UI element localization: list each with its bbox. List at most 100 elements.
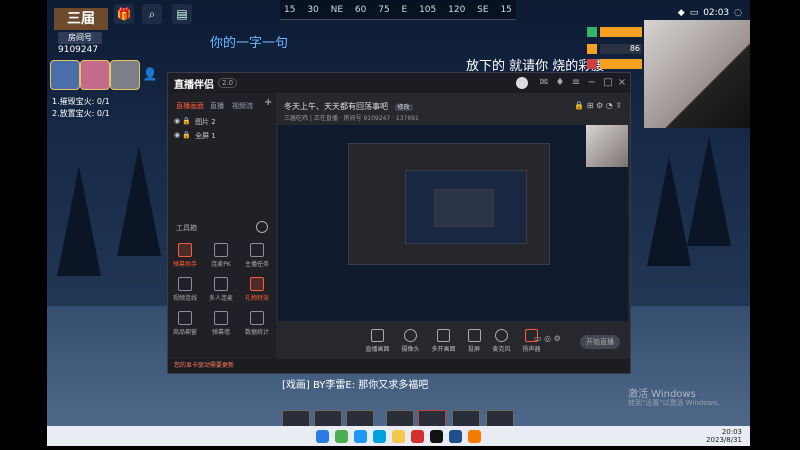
tab-live[interactable]: 直播 bbox=[210, 101, 224, 111]
teammate-avatar bbox=[80, 60, 110, 90]
start-live-button[interactable]: 开始直播 bbox=[580, 335, 620, 349]
minimize-icon[interactable]: − bbox=[586, 77, 598, 89]
nested-preview bbox=[348, 143, 550, 265]
tool-data[interactable]: 数据统计 bbox=[242, 311, 272, 336]
tools-more-icon[interactable] bbox=[256, 221, 268, 233]
menu-icon[interactable]: ≡ bbox=[570, 77, 582, 89]
tool-danmaku[interactable]: 弹幕助手 bbox=[170, 243, 200, 268]
stream-title[interactable]: 冬天上午、天天都有回荡事吧 修改 bbox=[284, 101, 413, 112]
stat-row bbox=[587, 26, 642, 38]
tool-scene[interactable]: 直播画面 bbox=[365, 329, 389, 353]
tool-pk[interactable]: 连麦PK bbox=[206, 243, 236, 268]
app-titlebar: 直播伴侣 2.0 ✉ ♦ ≡ − □ × bbox=[168, 73, 630, 93]
nested-preview-deep bbox=[434, 189, 494, 227]
live-preview[interactable] bbox=[278, 125, 628, 321]
layer-item[interactable]: ◉ 🔒 图片 2 bbox=[174, 117, 216, 127]
layer-icons[interactable]: ◉ 🔒 bbox=[174, 131, 191, 141]
tool-multiscreen[interactable]: 多开画面 bbox=[431, 329, 456, 353]
stat-bar bbox=[600, 27, 642, 37]
windows-start-icon[interactable] bbox=[316, 429, 329, 443]
time-label: 02:03 bbox=[703, 8, 730, 18]
message-icon[interactable]: ✉ bbox=[538, 77, 550, 89]
close-icon[interactable]: × bbox=[616, 77, 628, 89]
shirt-icon[interactable]: ♦ bbox=[554, 77, 566, 89]
network-icon[interactable]: ◆ bbox=[678, 8, 685, 18]
mic-icon bbox=[495, 329, 508, 342]
streamer-logo: 三届 bbox=[54, 8, 108, 30]
tool-icon bbox=[250, 311, 264, 325]
user-avatar[interactable] bbox=[516, 77, 528, 89]
tool-icon bbox=[214, 277, 228, 291]
tool-gift[interactable]: 礼物特效 bbox=[242, 277, 272, 302]
tool-camera[interactable]: 摄像头 bbox=[401, 329, 419, 353]
layer-label: 全屏 1 bbox=[195, 132, 216, 140]
app-icon[interactable] bbox=[411, 429, 424, 443]
maximize-icon[interactable]: □ bbox=[602, 77, 614, 89]
tool-icon bbox=[214, 243, 228, 257]
stat-bar bbox=[600, 59, 642, 69]
app-left-panel: 直播画面 直播 视频流 + ◉ 🔒 图片 2 ◉ 🔒 全屏 1 工具箱 弹幕助手… bbox=[168, 93, 277, 373]
tab-stream[interactable]: 视频流 bbox=[232, 101, 253, 111]
person-icon[interactable]: 👤 bbox=[140, 64, 160, 84]
stat-row: 86 bbox=[587, 43, 642, 55]
search-icon[interactable]: ⌕ bbox=[142, 4, 162, 24]
app-main-panel: 冬天上午、天天都有回荡事吧 修改 🔒 ⊞ ⚙ ◔ ⇪ 三届吃鸡 | 正在直播 ·… bbox=[276, 93, 630, 373]
live-app-window: 直播伴侣 2.0 ✉ ♦ ≡ − □ × 直播画面 直播 视频流 + ◉ 🔒 图… bbox=[167, 72, 631, 374]
spinner-icon: ◌ bbox=[734, 8, 742, 18]
tool-shop[interactable]: 商品橱窗 bbox=[170, 311, 200, 336]
app-icon[interactable] bbox=[373, 429, 386, 443]
tab-scene[interactable]: 直播画面 bbox=[176, 101, 204, 111]
app-version: 2.0 bbox=[218, 78, 238, 88]
compass-tick: 15 bbox=[500, 4, 512, 15]
gift-icon[interactable]: 🎁 bbox=[114, 4, 134, 24]
tool-icon bbox=[250, 243, 264, 257]
battery-icon[interactable]: ▭ bbox=[690, 8, 699, 18]
tool-icon bbox=[178, 243, 192, 257]
stream-meta: 三届吃鸡 | 正在直播 · 房间号 9109247 · 137691 bbox=[284, 115, 419, 122]
app-icon[interactable] bbox=[468, 429, 481, 443]
tool-cast[interactable]: 投屏 bbox=[467, 329, 481, 353]
tool-icon bbox=[178, 311, 192, 325]
camera-icon bbox=[403, 329, 417, 342]
app-icon[interactable] bbox=[449, 429, 462, 443]
teammate-avatar bbox=[110, 60, 140, 90]
book-icon[interactable]: ▤ bbox=[172, 4, 192, 24]
lyric-line: 你的一字一句 bbox=[210, 36, 289, 51]
app-icon[interactable] bbox=[335, 429, 348, 443]
tool-wall[interactable]: 弹幕墙 bbox=[206, 311, 236, 336]
tool-video[interactable]: 视频连线 bbox=[170, 277, 200, 302]
compass-tick: E bbox=[401, 4, 408, 15]
status-bar: 您的显卡驱动需要更新 bbox=[168, 359, 630, 373]
moon-icon bbox=[587, 44, 597, 54]
monitor-icon bbox=[370, 329, 384, 342]
tree bbox=[57, 166, 101, 276]
toolbar-icons[interactable]: 🔒 ⊞ ⚙ ◔ ⇪ bbox=[574, 101, 622, 110]
system-bar: ◆ ▭ 02:03 ◌ bbox=[644, 6, 750, 20]
cast-icon bbox=[467, 329, 481, 342]
layer-icons[interactable]: ◉ 🔒 bbox=[174, 117, 191, 127]
nested-preview-inner bbox=[405, 170, 527, 244]
extra-tools[interactable]: ▭ ◎ ⚙ bbox=[534, 334, 561, 343]
flag-icon bbox=[587, 59, 597, 69]
compass-tick: 105 bbox=[419, 4, 437, 15]
add-scene-icon[interactable]: + bbox=[264, 97, 272, 108]
room-label: 房间号 bbox=[58, 32, 102, 44]
window-icon bbox=[436, 329, 450, 342]
taskbar-clock[interactable]: 20:03 2023/8/31 bbox=[706, 428, 742, 444]
app-icon[interactable] bbox=[354, 429, 367, 443]
tool-task[interactable]: 主播任务 bbox=[242, 243, 272, 268]
teammate-avatar bbox=[50, 60, 80, 90]
heart-icon bbox=[587, 27, 597, 37]
layer-item[interactable]: ◉ 🔒 全屏 1 bbox=[174, 131, 216, 141]
stat-value: 86 bbox=[600, 44, 642, 54]
layer-label: 图片 2 bbox=[195, 118, 216, 126]
compass-tick: 60 bbox=[354, 4, 367, 15]
bottom-toolbar: 直播画面 摄像头 多开画面 投屏 麦克风 扬声器 bbox=[276, 327, 630, 355]
edit-title-button[interactable]: 修改 bbox=[394, 104, 413, 111]
tool-multi[interactable]: 多人连麦 bbox=[206, 277, 236, 302]
tool-icon bbox=[250, 277, 264, 291]
tiktok-icon[interactable] bbox=[430, 429, 443, 443]
folder-icon[interactable] bbox=[392, 429, 405, 443]
tree bbox=[117, 146, 161, 256]
tool-mic[interactable]: 麦克风 bbox=[493, 329, 511, 353]
